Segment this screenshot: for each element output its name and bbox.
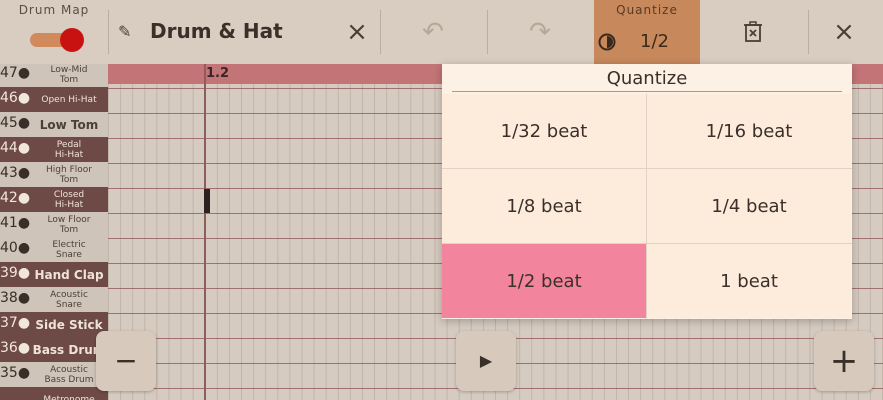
note-name: High Floor Tom (46, 164, 92, 185)
quantize-option[interactable]: 1/4 beat (647, 169, 851, 243)
quantize-popup: Quantize 1/32 beat 1/16 beat 1/8 beat 1/4 b… (442, 64, 852, 319)
divider (108, 10, 109, 54)
note-number: 47● (0, 65, 31, 81)
note-row[interactable]: 40● Electric Snare (0, 237, 108, 263)
drum-map-toggle[interactable] (30, 28, 84, 52)
note-name: Pedal Hi-Hat (54, 139, 84, 160)
note-number: 35● (0, 365, 31, 381)
quantize-button[interactable]: Quantize 1/2 (594, 0, 700, 64)
quantize-option[interactable]: 1 beat (647, 244, 851, 318)
quantize-option[interactable]: 1/8 beat (442, 169, 646, 243)
note-name: Low Floor Tom (47, 214, 91, 235)
note-name: Open Hi-Hat (41, 94, 97, 105)
note-number: 40● (0, 240, 31, 256)
zoom-in-button[interactable]: + (814, 331, 874, 391)
note-row[interactable]: Metronome (0, 387, 108, 400)
note-name: Metronome (43, 394, 95, 400)
divider (646, 94, 647, 319)
note-number: 44● (0, 140, 31, 156)
divider (808, 10, 809, 54)
note-row[interactable]: 46● Open Hi-Hat (0, 87, 108, 113)
note-row[interactable]: 45● Low Tom (0, 112, 108, 138)
toggle-knob (60, 28, 84, 52)
drum-map-control: Drum Map (0, 0, 108, 64)
quantize-value: 1/2 (640, 31, 669, 52)
undo-icon[interactable]: ↶ (413, 16, 453, 48)
quantize-option[interactable]: 1/2 beat (442, 244, 646, 318)
note-row[interactable]: 37● Side Stick (0, 312, 108, 338)
note-row[interactable]: 41● Low Floor Tom (0, 212, 108, 238)
divider (487, 10, 488, 54)
divider (442, 243, 852, 244)
zoom-out-button[interactable]: − (96, 331, 156, 391)
note-name: Side Stick (35, 317, 103, 332)
note-name: Electric Snare (52, 239, 86, 260)
note-row[interactable]: 35● Acoustic Bass Drum (0, 362, 108, 388)
note-row[interactable]: 36● Bass Drum (0, 337, 108, 363)
note-name: Low-Mid Tom (50, 64, 88, 85)
quantize-icon (598, 33, 616, 51)
note-row[interactable]: 44● Pedal Hi-Hat (0, 137, 108, 163)
note-number: 45● (0, 115, 31, 131)
trash-icon (744, 21, 762, 42)
divider (380, 10, 381, 54)
note-name: Low Tom (39, 117, 99, 132)
divider (442, 168, 852, 169)
note-row[interactable]: 42● Closed Hi-Hat (0, 187, 108, 213)
popup-title: Quantize (606, 68, 688, 89)
note-row[interactable]: 47● Low-Mid Tom (0, 64, 108, 88)
note-name: Closed Hi-Hat (53, 189, 85, 210)
quantize-option[interactable]: 1/16 beat (647, 94, 851, 168)
pencil-icon[interactable]: ✎ (118, 22, 131, 41)
note-number: 37● (0, 315, 31, 331)
play-button[interactable]: ▶ (456, 331, 516, 391)
top-bar: Drum Map ✎ Drum & Hat × ↶ ↷ Quantize 1/2… (0, 0, 883, 64)
close-icon[interactable]: × (824, 16, 864, 48)
measure-label: 1.2 (206, 66, 230, 81)
measure-line (204, 64, 206, 400)
note-number: 42● (0, 190, 31, 206)
note-name: Hand Clap (34, 267, 104, 282)
note-row[interactable]: 39● Hand Clap (0, 262, 108, 288)
note-number: 41● (0, 215, 31, 231)
drum-map-label: Drum Map (18, 3, 90, 17)
note-list: 47● Low-Mid Tom 46● Open Hi-Hat 45● Low Tom 44… (0, 64, 108, 400)
note-number: 36● (0, 340, 31, 356)
quantize-label: Quantize (616, 3, 678, 17)
delete-icon[interactable] (733, 16, 773, 52)
note-row[interactable]: 43● High Floor Tom (0, 162, 108, 188)
quantize-option[interactable]: 1/32 beat (442, 94, 646, 168)
divider (452, 91, 842, 92)
close-title-icon[interactable]: × (337, 16, 377, 48)
redo-icon[interactable]: ↷ (520, 16, 560, 48)
note-number: 39● (0, 265, 31, 281)
note-event[interactable] (204, 189, 210, 213)
note-row[interactable]: 38● Acoustic Snare (0, 287, 108, 313)
note-number: 46● (0, 90, 31, 106)
note-number: 38● (0, 290, 31, 306)
note-name: Acoustic Snare (50, 289, 88, 310)
track-title[interactable]: Drum & Hat (150, 19, 283, 43)
note-number: 43● (0, 165, 31, 181)
